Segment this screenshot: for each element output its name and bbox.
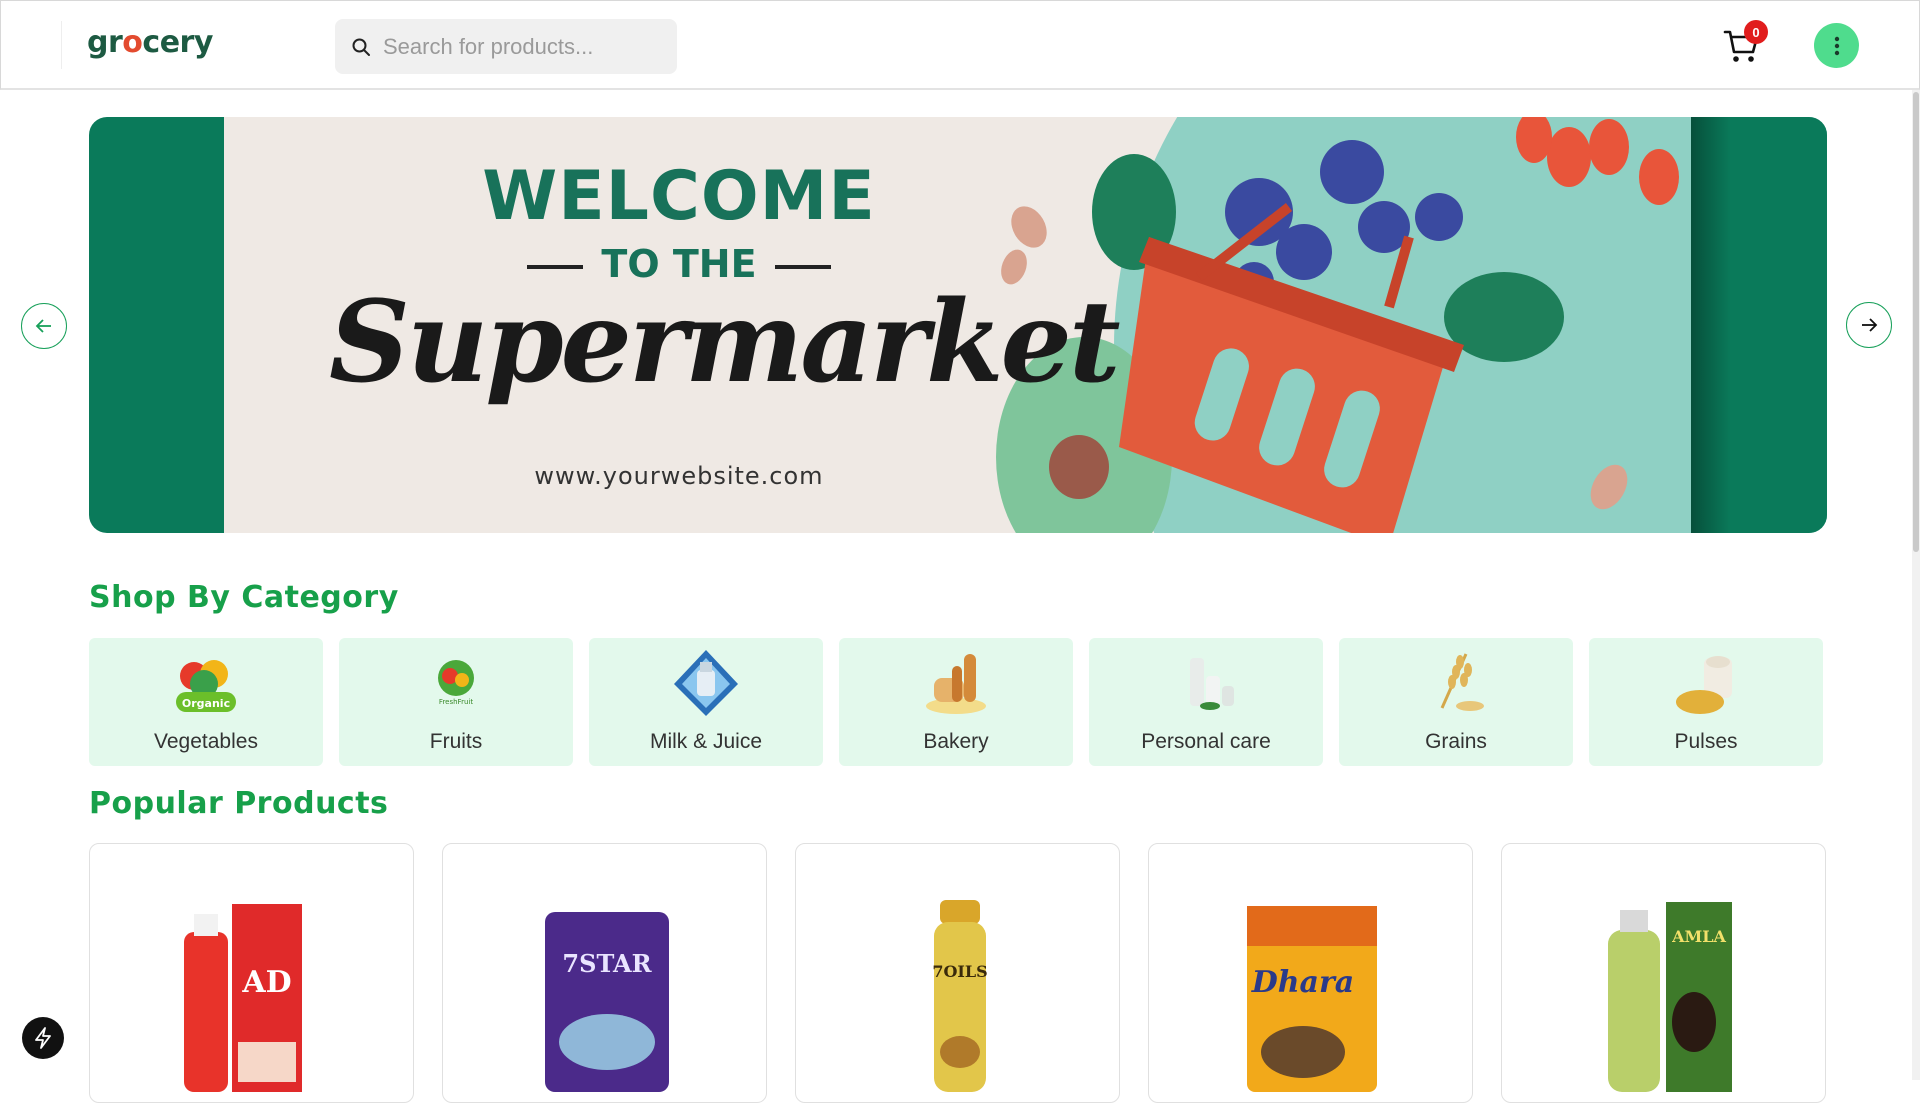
category-label: Milk & Juice (649, 730, 763, 753)
category-card-fruits[interactable]: FreshFruit Fruits (339, 638, 573, 766)
rice-bag-image: 7STAR (544, 912, 669, 1092)
vegetables-icon: Organic (176, 660, 236, 712)
category-list: Organic Vegetables FreshFruit Fruits Mil… (89, 638, 1827, 766)
product-card[interactable]: 7OILS (795, 843, 1120, 1103)
grocery-logo[interactable]: grocery (87, 25, 213, 60)
fruits-icon: FreshFruit (438, 660, 474, 706)
cart-count-badge: 0 (1744, 20, 1768, 44)
svg-text:FreshFruit: FreshFruit (439, 698, 473, 706)
banner-prev-button[interactable] (21, 303, 67, 349)
category-label: Grains (1425, 730, 1487, 753)
pulses-icon (1676, 656, 1732, 714)
page-scrollbar-thumb[interactable] (1913, 92, 1919, 552)
product-card[interactable]: AD (89, 843, 414, 1103)
popular-products-heading: Popular Products (89, 786, 389, 821)
banner-website-text: www.yourwebsite.com (534, 462, 824, 490)
category-label: Bakery (923, 730, 989, 753)
top-navbar: grocery (0, 0, 1920, 90)
logo-divider (61, 21, 62, 69)
product-brand-text: AD (241, 965, 291, 1000)
search-input[interactable] (383, 33, 663, 60)
product-brand-text: AMLA (1671, 927, 1726, 946)
bakery-icon (926, 654, 986, 714)
ad-vitamin-oil-image: AD (183, 904, 302, 1092)
product-card[interactable]: Dhara (1148, 843, 1473, 1103)
product-brand-text: 7OILS (932, 962, 987, 981)
product-card[interactable]: 7STAR (442, 843, 767, 1103)
category-card-milk-juice[interactable]: Milk & Juice (589, 638, 823, 766)
amla-hair-oil-image: AMLA (1607, 902, 1732, 1092)
svg-text:Organic: Organic (182, 697, 230, 710)
category-label: Personal care (1141, 730, 1271, 753)
logo-text-suffix: cery (142, 25, 213, 60)
grains-icon (1440, 653, 1484, 711)
category-label: Vegetables (154, 730, 258, 753)
hair-oil-bottle-image: 7OILS (932, 900, 987, 1092)
banner-right-shade (1691, 117, 1731, 533)
banner-script-title: Supermarket (329, 277, 1121, 408)
lightning-icon (35, 1027, 51, 1049)
banner-dash-left (527, 264, 584, 269)
category-card-vegetables[interactable]: Organic Vegetables (89, 638, 323, 766)
search-bar[interactable] (335, 19, 677, 74)
category-label: Fruits (429, 730, 483, 753)
category-card-personal-care[interactable]: Personal care (1089, 638, 1323, 766)
banner-next-button[interactable] (1846, 302, 1892, 348)
milk-juice-icon (674, 650, 738, 716)
arrow-left-icon (35, 319, 51, 333)
category-label: Pulses (1674, 730, 1738, 753)
category-card-grains[interactable]: Grains (1339, 638, 1573, 766)
shop-by-category-heading: Shop By Category (89, 580, 399, 615)
vertical-dots-icon (1834, 36, 1839, 55)
logo-text-prefix: gr (87, 25, 123, 60)
logo-text-o: o (122, 25, 143, 60)
quick-action-button[interactable] (22, 1017, 64, 1059)
banner-dash-right (774, 264, 831, 269)
personal-care-icon (1190, 658, 1234, 710)
search-icon (345, 31, 377, 63)
product-card[interactable]: AMLA (1501, 843, 1826, 1103)
product-grid: AD 7STAR 7OILS Dhara AMLA (89, 843, 1827, 1103)
category-card-pulses[interactable]: Pulses (1589, 638, 1823, 766)
more-menu-button[interactable] (1814, 23, 1859, 68)
category-card-bakery[interactable]: Bakery (839, 638, 1073, 766)
product-brand-text: Dhara (1250, 965, 1354, 1000)
mustard-oil-pouch-image: Dhara (1246, 906, 1377, 1092)
banner-welcome-text: WELCOME (482, 157, 876, 236)
arrow-right-icon (1862, 318, 1878, 332)
product-brand-text: 7STAR (562, 949, 652, 978)
hero-banner: WELCOME TO THE Supermarket www.yourwebsi… (89, 117, 1827, 533)
